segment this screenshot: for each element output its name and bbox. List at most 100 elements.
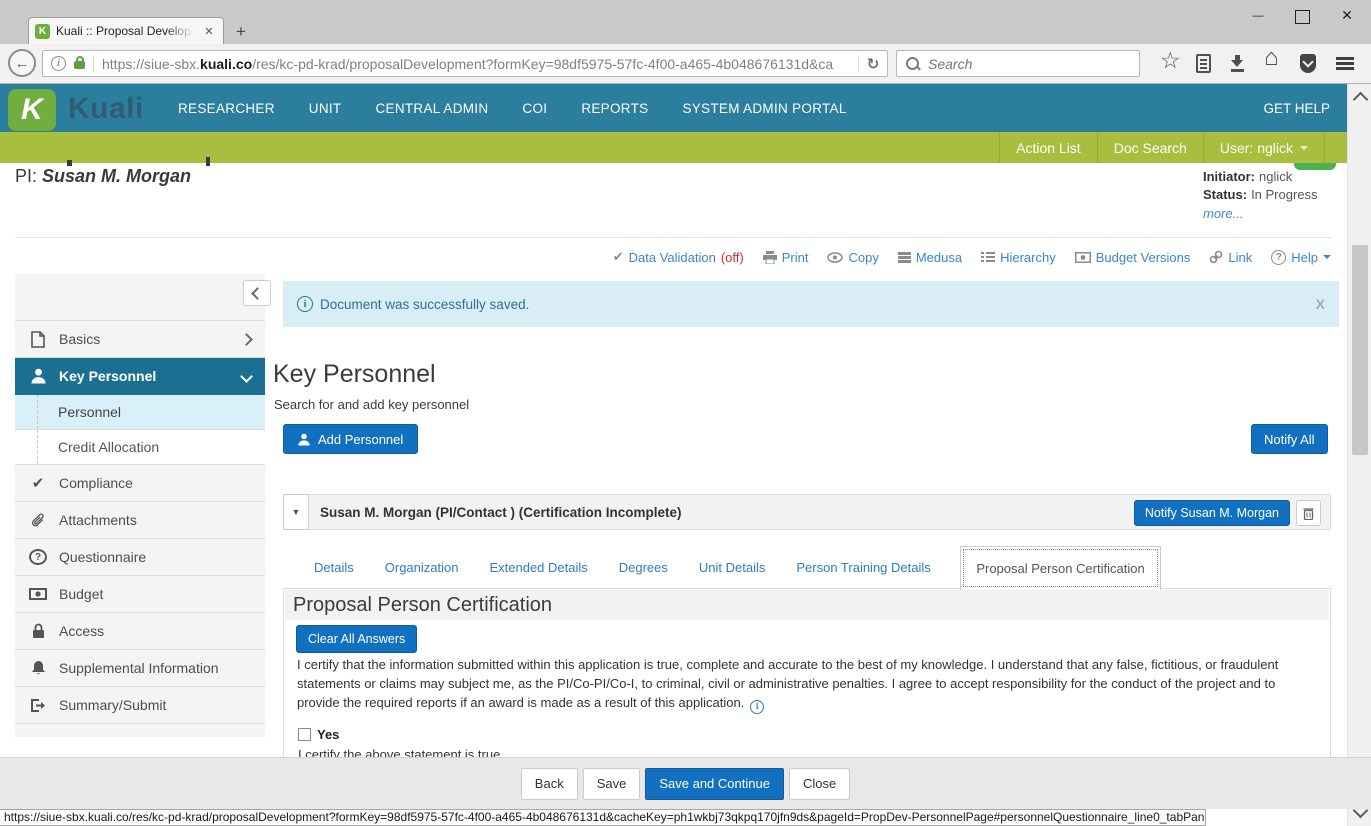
close-button[interactable]: Close bbox=[789, 768, 850, 800]
kuali-logo[interactable]: K bbox=[8, 89, 56, 131]
sidebar-item-personnel[interactable]: Personnel bbox=[15, 395, 265, 430]
sidebar-item-key-personnel[interactable]: Key Personnel bbox=[15, 358, 265, 395]
bookmarks-list-icon[interactable] bbox=[1196, 54, 1211, 73]
certify-yes-label: Yes bbox=[317, 727, 339, 742]
doc-search-link[interactable]: Doc Search bbox=[1097, 132, 1203, 163]
hierarchy-link[interactable]: Hierarchy bbox=[981, 250, 1056, 265]
window-maximize-button[interactable] bbox=[1295, 10, 1310, 24]
https-lock-icon[interactable] bbox=[74, 61, 85, 69]
person-icon bbox=[29, 368, 47, 384]
sidebar-spacer bbox=[15, 274, 265, 321]
sidebar-item-compliance[interactable]: Compliance bbox=[15, 465, 265, 502]
document-toolbar: Data Validation(off) Print Copy Medusa H… bbox=[0, 241, 1331, 273]
nav-central-admin[interactable]: CENTRAL ADMIN bbox=[375, 101, 488, 116]
menu-icon[interactable] bbox=[1336, 57, 1354, 60]
status-bar-link-preview: https://siue-sbx.kuali.co/res/kc-pd-krad… bbox=[0, 809, 1206, 826]
window-minimize-button[interactable] bbox=[1248, 6, 1268, 24]
browser-tab[interactable]: K Kuali :: Proposal Developme bbox=[28, 17, 224, 44]
sidebar-item-credit-allocation[interactable]: Credit Allocation bbox=[15, 430, 265, 465]
divider bbox=[15, 237, 1331, 238]
address-bar[interactable]: https://siue-sbx.kuali.co/res/kc-pd-krad… bbox=[42, 50, 888, 77]
search-bar[interactable] bbox=[896, 50, 1140, 77]
link-icon bbox=[1209, 250, 1223, 264]
nav-system-admin-portal[interactable]: SYSTEM ADMIN PORTAL bbox=[682, 101, 846, 116]
downloads-icon[interactable] bbox=[1231, 55, 1245, 69]
reload-icon[interactable] bbox=[858, 55, 887, 73]
certification-heading: Proposal Person Certification bbox=[285, 590, 1329, 620]
back-button[interactable] bbox=[8, 49, 36, 77]
add-personnel-button[interactable]: Add Personnel bbox=[283, 424, 418, 454]
pi-label: PI: bbox=[15, 166, 37, 186]
more-link[interactable]: more... bbox=[1203, 205, 1318, 223]
initiator-label: Initiator: bbox=[1203, 169, 1255, 184]
sidebar-item-attachments[interactable]: Attachments bbox=[15, 502, 265, 539]
pi-name: Susan M. Morgan bbox=[42, 166, 191, 186]
nav-coi[interactable]: COI bbox=[522, 101, 547, 116]
data-validation-link[interactable]: Data Validation(off) bbox=[613, 249, 744, 265]
tab-details[interactable]: Details bbox=[314, 560, 354, 575]
scroll-up-arrow[interactable] bbox=[1353, 92, 1369, 108]
back-button-form[interactable]: Back bbox=[521, 768, 578, 800]
notification-close-icon[interactable] bbox=[1316, 296, 1325, 312]
collapse-caret-icon[interactable] bbox=[283, 494, 309, 530]
copy-link[interactable]: Copy bbox=[827, 250, 878, 265]
tab-extended-details[interactable]: Extended Details bbox=[489, 560, 587, 575]
nav-researcher[interactable]: RESEARCHER bbox=[178, 101, 275, 116]
search-input[interactable] bbox=[926, 55, 1110, 73]
kuali-wordmark[interactable]: Kuali bbox=[68, 92, 144, 126]
link-link[interactable]: Link bbox=[1209, 250, 1252, 265]
certify-yes-checkbox[interactable] bbox=[298, 728, 311, 741]
certification-statement: I certify that the information submitted… bbox=[297, 655, 1292, 714]
tab-degrees[interactable]: Degrees bbox=[619, 560, 668, 575]
save-button[interactable]: Save bbox=[583, 768, 641, 800]
shield-icon[interactable] bbox=[1300, 54, 1316, 73]
chevron-down-icon bbox=[1300, 146, 1308, 150]
sidebar-item-summary-submit[interactable]: Summary/Submit bbox=[15, 687, 265, 724]
chevron-down-icon bbox=[1323, 255, 1331, 259]
nav-reports[interactable]: REPORTS bbox=[581, 101, 648, 116]
notify-person-button[interactable]: Notify Susan M. Morgan bbox=[1134, 500, 1290, 526]
user-menu[interactable]: User: nglick bbox=[1203, 132, 1324, 163]
bell-icon bbox=[29, 660, 47, 676]
info-icon[interactable] bbox=[750, 700, 764, 714]
bookmark-star-icon[interactable] bbox=[1160, 48, 1181, 74]
clear-all-answers-button[interactable]: Clear All Answers bbox=[296, 625, 417, 653]
nav-unit[interactable]: UNIT bbox=[309, 101, 342, 116]
sidebar-item-access[interactable]: Access bbox=[15, 613, 265, 650]
sidebar-item-basics[interactable]: Basics bbox=[15, 321, 265, 358]
url-text[interactable]: https://siue-sbx.kuali.co/res/kc-pd-krad… bbox=[102, 56, 858, 72]
info-icon bbox=[297, 296, 313, 312]
budget-versions-link[interactable]: Budget Versions bbox=[1075, 250, 1191, 265]
tab-proposal-person-certification[interactable]: Proposal Person Certification bbox=[960, 546, 1161, 590]
initiator-value: nglick bbox=[1259, 169, 1292, 184]
sidebar-item-supplemental-information[interactable]: Supplemental Information bbox=[15, 650, 265, 687]
home-icon[interactable] bbox=[1264, 46, 1279, 71]
sidebar-collapse-button[interactable] bbox=[243, 280, 271, 306]
tab-close-icon[interactable] bbox=[201, 25, 217, 38]
tab-organization[interactable]: Organization bbox=[385, 560, 459, 575]
trash-icon bbox=[1303, 507, 1314, 520]
money-icon bbox=[29, 588, 47, 600]
sidebar-item-budget[interactable]: Budget bbox=[15, 576, 265, 613]
page-info-icon[interactable] bbox=[51, 56, 66, 71]
tab-person-training-details[interactable]: Person Training Details bbox=[796, 560, 930, 575]
save-and-continue-button[interactable]: Save and Continue bbox=[645, 768, 784, 800]
notification-message: Document was successfully saved. bbox=[320, 297, 529, 312]
window-close-button[interactable] bbox=[1337, 6, 1357, 24]
delete-person-button[interactable] bbox=[1296, 500, 1321, 526]
get-help-link[interactable]: GET HELP bbox=[1263, 84, 1330, 132]
tab-title: Kuali :: Proposal Developme bbox=[56, 24, 194, 38]
page-subtitle: Search for and add key personnel bbox=[274, 397, 469, 412]
medusa-link[interactable]: Medusa bbox=[898, 250, 962, 265]
help-menu[interactable]: Help bbox=[1271, 250, 1331, 265]
action-list-link[interactable]: Action List bbox=[999, 132, 1097, 163]
scrollbar-thumb[interactable] bbox=[1352, 245, 1368, 455]
sidebar-item-questionnaire[interactable]: Questionnaire bbox=[15, 539, 265, 576]
tab-unit-details[interactable]: Unit Details bbox=[699, 560, 765, 575]
money-icon bbox=[1075, 252, 1091, 263]
page-scrollbar[interactable] bbox=[1347, 84, 1371, 826]
print-link[interactable]: Print bbox=[763, 250, 809, 265]
new-tab-button[interactable] bbox=[236, 22, 246, 42]
notify-all-button[interactable]: Notify All bbox=[1251, 424, 1328, 454]
notification-banner: Document was successfully saved. bbox=[283, 281, 1339, 327]
